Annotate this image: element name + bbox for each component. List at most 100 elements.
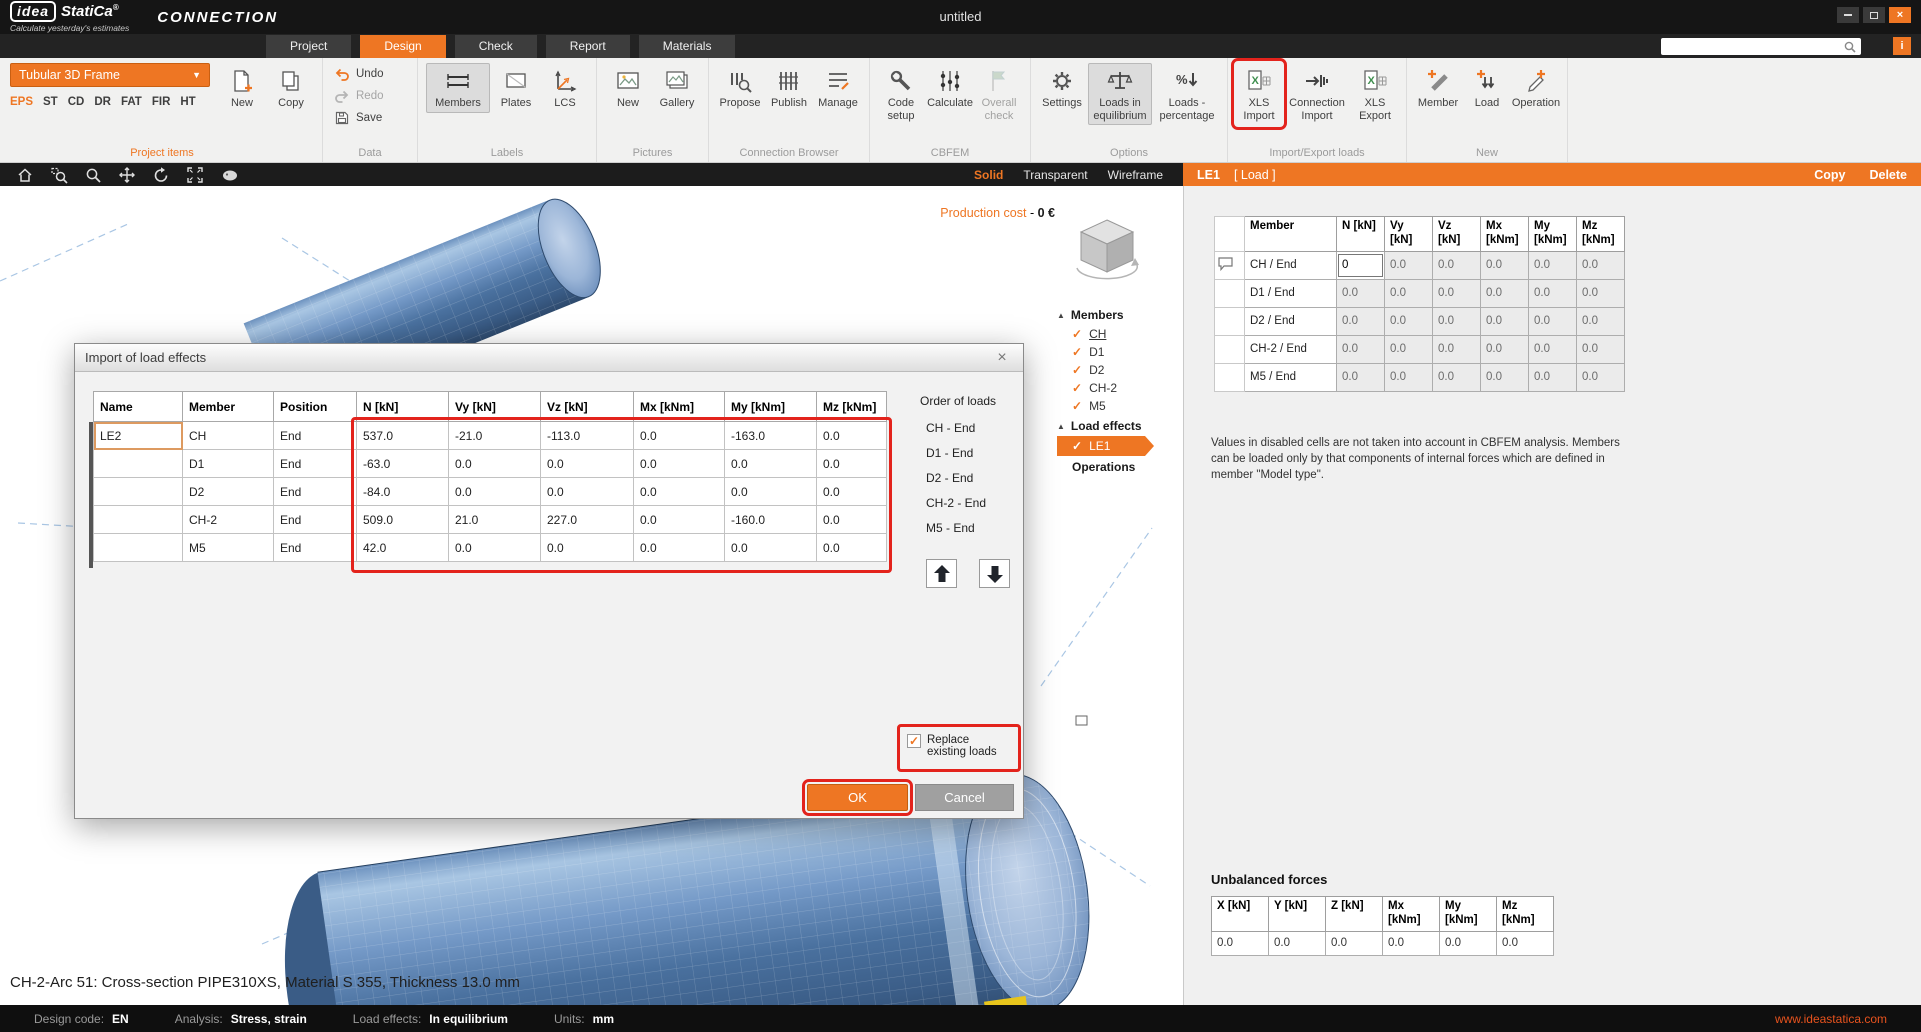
import-table-cell[interactable]: 0.0	[449, 478, 541, 506]
dialog-close-icon[interactable]: ×	[991, 349, 1013, 367]
import-table-cell[interactable]: 21.0	[449, 506, 541, 534]
settings-button[interactable]: Settings	[1039, 63, 1085, 113]
search-input[interactable]	[1661, 39, 1843, 54]
minimize-button[interactable]	[1837, 7, 1859, 23]
project-code-fir[interactable]: FIR	[152, 96, 171, 108]
import-table-cell[interactable]: -160.0	[725, 506, 817, 534]
view-mode-solid[interactable]: Solid	[974, 168, 1003, 182]
import-table-cell[interactable]: D2	[183, 478, 274, 506]
comment-icon[interactable]	[1217, 256, 1235, 272]
search-icon[interactable]	[1843, 40, 1857, 54]
import-table-cell[interactable]: 0.0	[725, 478, 817, 506]
xls-import-button[interactable]: X XLS Import	[1236, 63, 1282, 125]
propose-button[interactable]: Propose	[717, 63, 763, 113]
checkbox-checked-icon[interactable]: ✓	[1072, 440, 1082, 452]
import-table-cell[interactable]: 0.0	[817, 506, 887, 534]
new-picture-button[interactable]: New	[605, 63, 651, 113]
clipping-plane-button[interactable]	[220, 166, 240, 184]
checkbox-checked-icon[interactable]: ✓	[1072, 346, 1082, 358]
import-table-cell[interactable]	[94, 478, 183, 506]
zoom-button[interactable]	[84, 166, 102, 184]
import-table-cell[interactable]: 42.0	[357, 534, 449, 562]
tree-operations-header[interactable]: Operations	[1057, 460, 1175, 474]
rotate-button[interactable]	[152, 166, 170, 184]
import-table-cell[interactable]: CH	[183, 422, 274, 450]
import-table-cell[interactable]: 0.0	[634, 422, 725, 450]
project-code-st[interactable]: ST	[43, 96, 58, 108]
import-table-cell[interactable]: 0.0	[449, 534, 541, 562]
import-table-cell[interactable]: CH-2	[183, 506, 274, 534]
project-code-cd[interactable]: CD	[68, 96, 85, 108]
dialog-titlebar[interactable]: Import of load effects ×	[75, 344, 1023, 372]
website-link[interactable]: www.ideastatica.com	[1775, 1012, 1887, 1026]
order-of-loads-item[interactable]: D2 - End	[926, 466, 986, 491]
redo-button[interactable]: Redo	[331, 87, 409, 105]
import-table-cell[interactable]: End	[274, 534, 357, 562]
tree-load-effect-le1[interactable]: ✓ LE1	[1057, 436, 1145, 456]
tree-member-d1[interactable]: ✓D1	[1057, 343, 1175, 361]
zoom-window-button[interactable]	[50, 166, 68, 184]
undo-button[interactable]: Undo	[331, 65, 409, 83]
import-table-cell[interactable]	[94, 450, 183, 478]
project-code-fat[interactable]: FAT	[121, 96, 142, 108]
import-table-cell[interactable]: End	[274, 506, 357, 534]
order-of-loads-item[interactable]: CH-2 - End	[926, 491, 986, 516]
import-table-cell[interactable]: 0.0	[634, 450, 725, 478]
order-of-loads-item[interactable]: M5 - End	[926, 516, 986, 541]
lcs-labels-button[interactable]: LCS	[542, 63, 588, 113]
ok-button[interactable]: OK	[807, 784, 908, 811]
import-table-cell[interactable]: D1	[183, 450, 274, 478]
project-type-dropdown[interactable]: Tubular 3D Frame ▼	[10, 63, 210, 87]
import-table-cell[interactable]: -84.0	[357, 478, 449, 506]
tree-member-m5[interactable]: ✓M5	[1057, 397, 1175, 415]
import-table-cell[interactable]: 0.0	[541, 450, 634, 478]
import-table-cell[interactable]: 0.0	[725, 450, 817, 478]
import-table-cell[interactable]: LE2	[94, 422, 183, 450]
project-code-eps[interactable]: EPS	[10, 96, 33, 108]
project-code-dr[interactable]: DR	[94, 96, 111, 108]
replace-existing-loads-checkbox[interactable]: ✓ Replace existing loads	[907, 734, 1011, 758]
import-table-cell[interactable]: -21.0	[449, 422, 541, 450]
view-mode-wireframe[interactable]: Wireframe	[1108, 168, 1163, 182]
tree-members-header[interactable]: ▲ Members	[1057, 308, 1175, 322]
new-member-button[interactable]: Member	[1415, 63, 1461, 113]
copy-project-item-button[interactable]: Copy	[268, 63, 314, 113]
node-marker[interactable]	[1076, 716, 1087, 725]
tab-check[interactable]: Check	[455, 35, 537, 58]
order-of-loads-item[interactable]: CH - End	[926, 416, 986, 441]
import-table-cell[interactable]: End	[274, 422, 357, 450]
view-mode-transparent[interactable]: Transparent	[1023, 168, 1087, 182]
connection-import-button[interactable]: Connection Import	[1285, 63, 1349, 125]
import-table-cell[interactable]: -63.0	[357, 450, 449, 478]
import-table-cell[interactable]: 0.0	[634, 478, 725, 506]
tree-member-ch[interactable]: ✓CH	[1057, 325, 1175, 343]
import-table-cell[interactable]: 0.0	[817, 478, 887, 506]
members-labels-button[interactable]: Members	[426, 63, 490, 113]
checkbox-checked-icon[interactable]: ✓	[1072, 364, 1082, 376]
checkbox-checked-icon[interactable]: ✓	[1072, 382, 1082, 394]
checkbox-checked-icon[interactable]: ✓	[907, 734, 921, 748]
tree-member-ch-2[interactable]: ✓CH-2	[1057, 379, 1175, 397]
save-button[interactable]: Save	[331, 109, 409, 127]
new-project-item-button[interactable]: New	[219, 63, 265, 113]
info-button[interactable]: i	[1893, 37, 1911, 55]
move-up-button[interactable]	[926, 559, 957, 588]
import-table-cell[interactable]: M5	[183, 534, 274, 562]
manage-button[interactable]: Manage	[815, 63, 861, 113]
tab-report[interactable]: Report	[546, 35, 630, 58]
loads-in-equilibrium-button[interactable]: Loads in equilibrium	[1088, 63, 1152, 125]
move-down-button[interactable]	[979, 559, 1010, 588]
code-setup-button[interactable]: Code setup	[878, 63, 924, 125]
view-cube[interactable]	[1069, 216, 1145, 287]
publish-button[interactable]: Publish	[766, 63, 812, 113]
tree-load-effects-header[interactable]: ▲ Load effects	[1057, 419, 1175, 433]
plates-labels-button[interactable]: Plates	[493, 63, 539, 113]
import-table-cell[interactable]: 509.0	[357, 506, 449, 534]
import-table-cell[interactable]: End	[274, 478, 357, 506]
new-load-button[interactable]: Load	[1464, 63, 1510, 113]
import-table-cell[interactable]: 0.0	[541, 534, 634, 562]
import-table-cell[interactable]: 0.0	[449, 450, 541, 478]
order-of-loads-item[interactable]: D1 - End	[926, 441, 986, 466]
load-value-cell[interactable]	[1337, 251, 1385, 279]
home-view-button[interactable]	[16, 166, 34, 184]
